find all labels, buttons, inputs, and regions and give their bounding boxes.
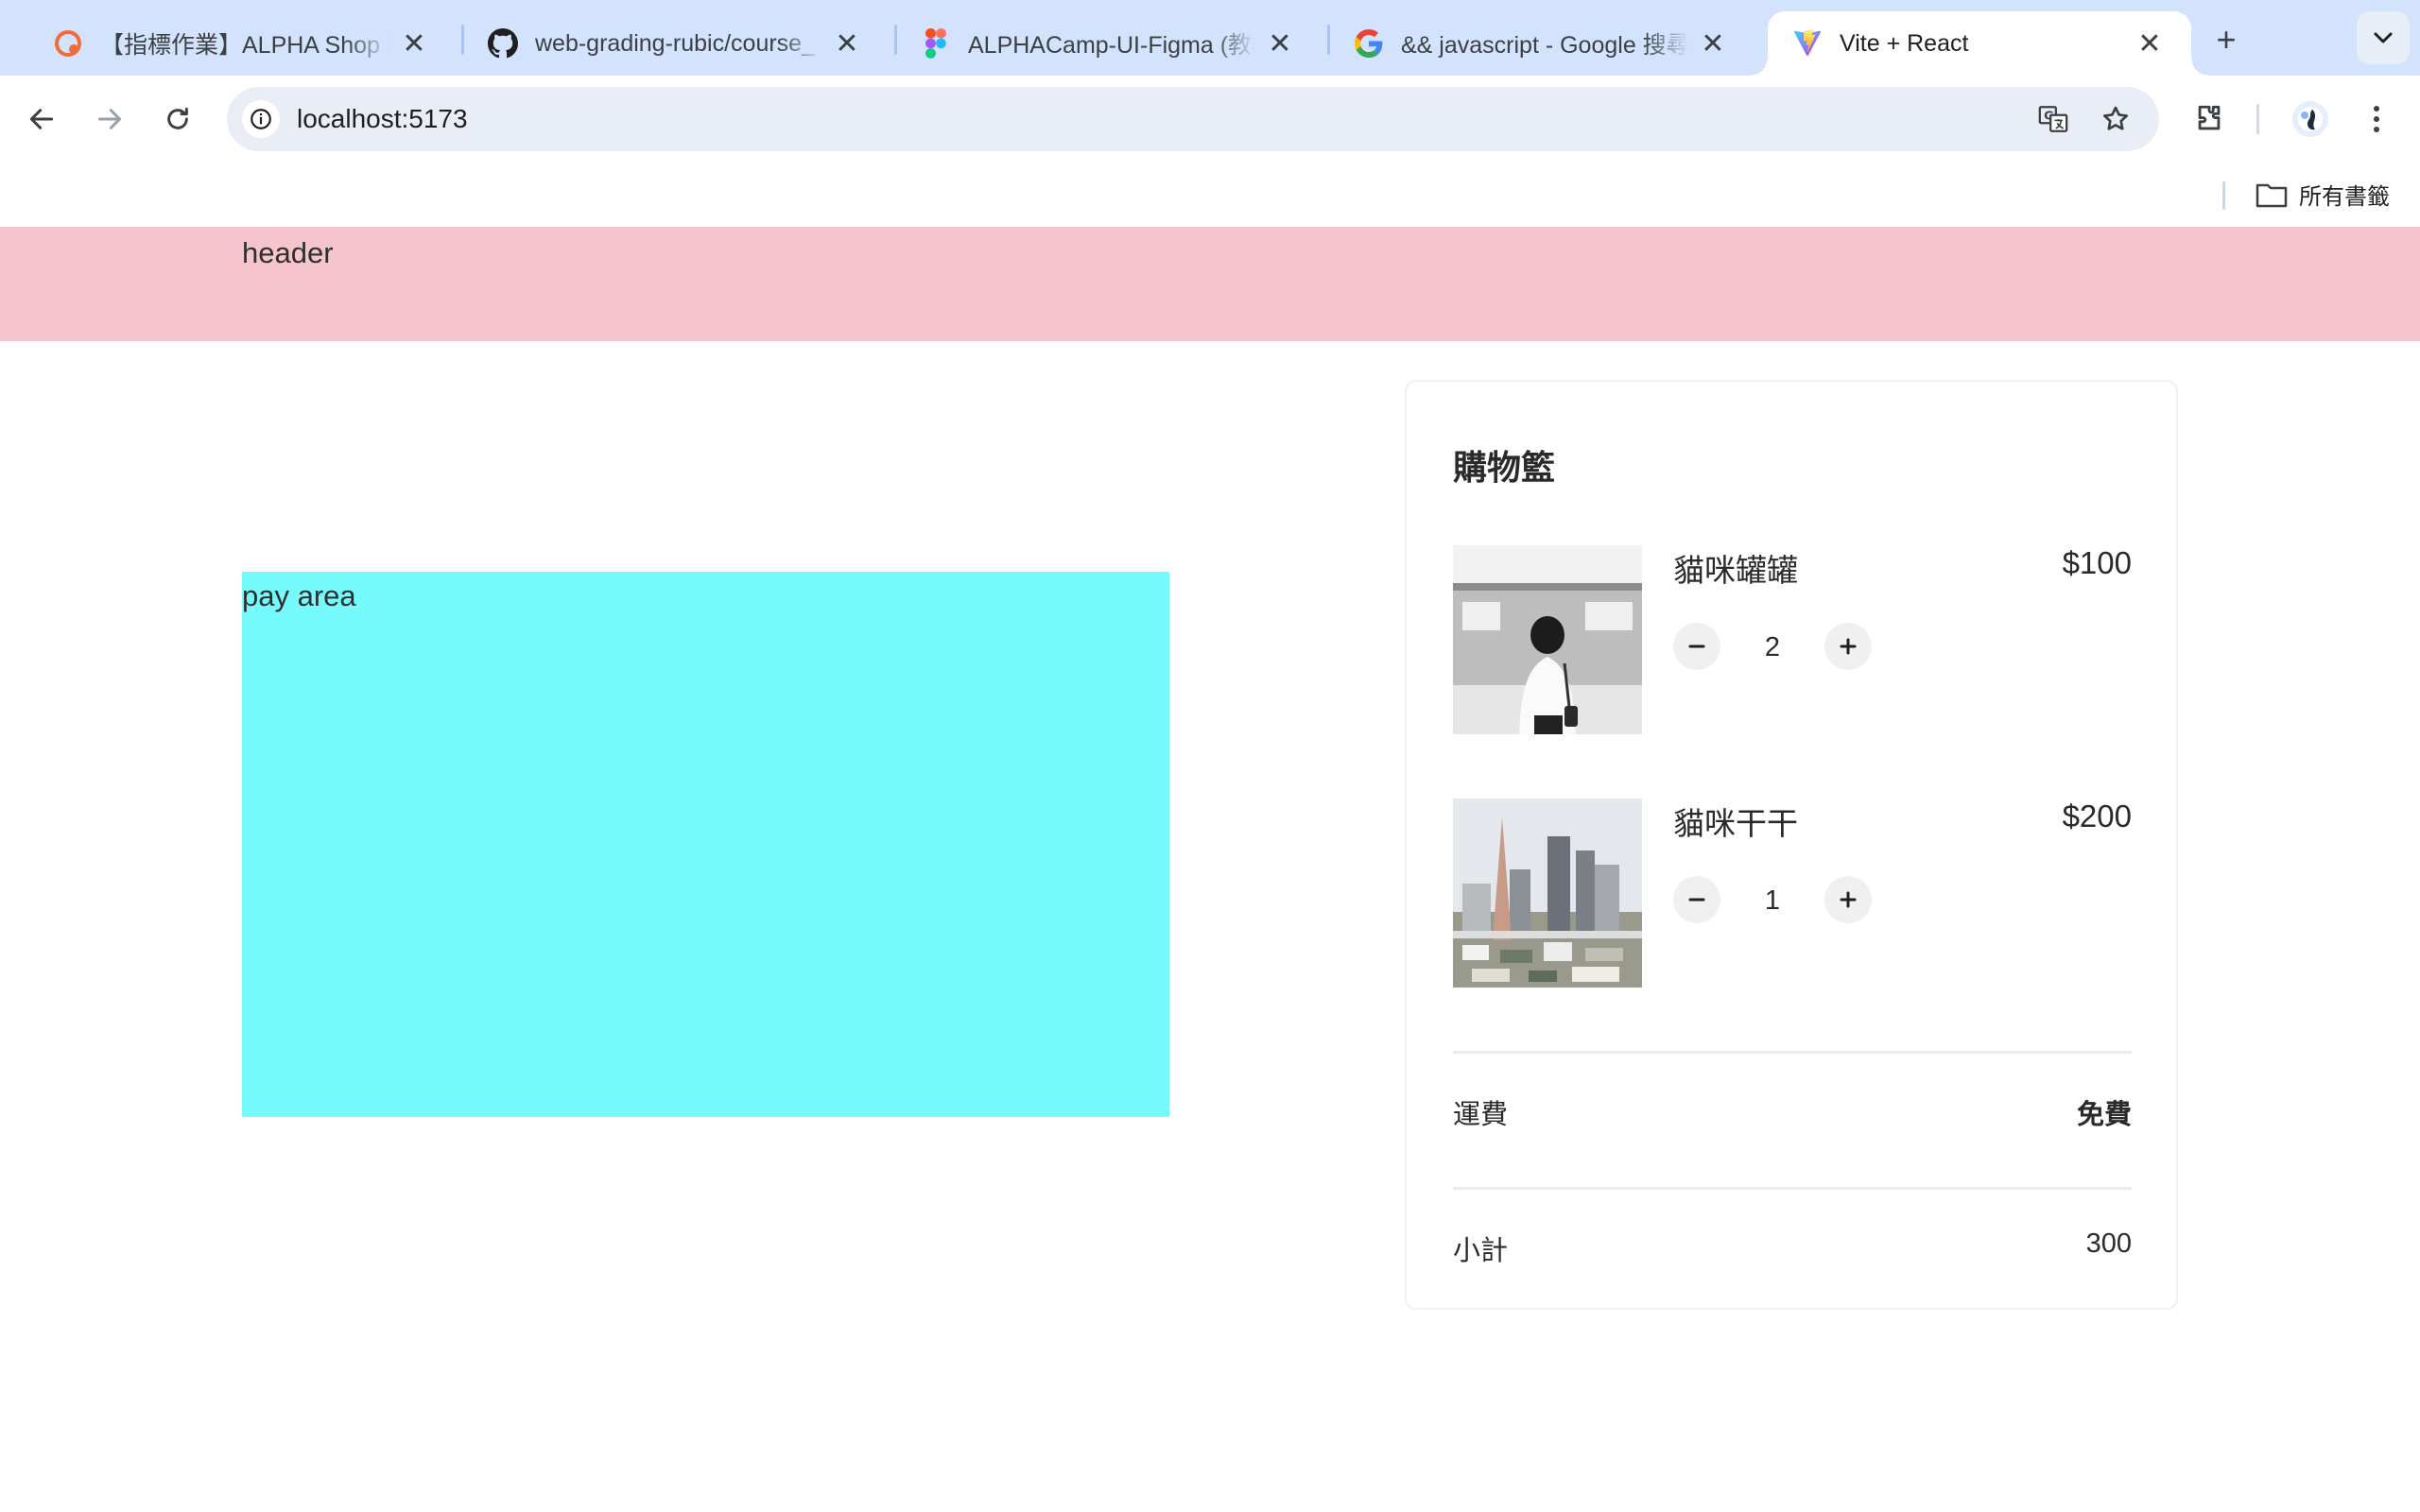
arrow-left-icon bbox=[29, 109, 54, 129]
subtotal-value: 300 bbox=[2085, 1228, 2132, 1259]
increase-quantity-button[interactable] bbox=[1824, 876, 1872, 923]
tab-alpha-shop[interactable]: 【指標作業】ALPHA Shop II ✕ bbox=[28, 11, 456, 76]
decrease-quantity-button[interactable] bbox=[1673, 623, 1720, 670]
bookmark-star-icon[interactable] bbox=[2097, 100, 2135, 138]
site-info-icon[interactable] bbox=[242, 100, 280, 138]
reload-icon bbox=[167, 107, 188, 129]
github-icon bbox=[488, 28, 518, 59]
all-bookmarks-button[interactable]: 所有書籤 bbox=[2256, 178, 2390, 211]
decrease-quantity-button[interactable] bbox=[1673, 876, 1720, 923]
plus-icon bbox=[1840, 638, 1857, 655]
tab-title: Vite + React bbox=[1840, 29, 1969, 57]
minus-icon bbox=[1688, 644, 1705, 648]
tab-title: ALPHACamp-UI-Figma (教材 bbox=[968, 32, 1255, 59]
tab-figma[interactable]: ALPHACamp-UI-Figma (教材 ✕ bbox=[896, 11, 1322, 76]
bookmarks-separator bbox=[2222, 181, 2225, 210]
tab-vite-react[interactable]: Vite + React ✕ bbox=[1751, 11, 2208, 76]
translate-icon[interactable]: G bbox=[2034, 100, 2072, 138]
plus-icon bbox=[1840, 891, 1857, 908]
new-tab-button[interactable]: + bbox=[2207, 20, 2245, 59]
shipping-row: 運費 免費 bbox=[1453, 1092, 2132, 1130]
close-icon[interactable]: ✕ bbox=[1696, 26, 1730, 60]
chevron-down-icon bbox=[2374, 32, 2393, 43]
alpha-camp-icon bbox=[53, 28, 83, 59]
close-icon[interactable]: ✕ bbox=[830, 26, 864, 60]
shopping-cart: 購物籃 貓咪罐罐 $100 2 貓咪干干 $200 1 運費 免費 小計 300 bbox=[1405, 380, 2178, 1310]
close-icon[interactable]: ✕ bbox=[2133, 26, 2167, 60]
product-image bbox=[1453, 799, 1642, 988]
bookmarks-bar: 所有書籤 bbox=[0, 163, 2420, 227]
arrow-right-icon bbox=[97, 109, 122, 129]
quantity-value: 1 bbox=[1764, 885, 1781, 916]
cart-item: 貓咪罐罐 $100 2 bbox=[1453, 545, 2132, 734]
close-icon[interactable]: ✕ bbox=[397, 26, 431, 60]
kebab-menu-icon[interactable] bbox=[2354, 96, 2399, 142]
tab-strip: 【指標作業】ALPHA Shop II ✕ web-grading-rubic/… bbox=[0, 0, 2420, 76]
all-bookmarks-label: 所有書籤 bbox=[2299, 184, 2390, 210]
tab-github[interactable]: web-grading-rubic/course_ ✕ bbox=[463, 11, 889, 76]
tab-google-search[interactable]: && javascript - Google 搜尋 ✕ bbox=[1329, 11, 1754, 76]
tab-search-button[interactable] bbox=[2357, 11, 2410, 64]
shipping-label: 運費 bbox=[1453, 1100, 1509, 1130]
tab-title: 【指標作業】ALPHA Shop II bbox=[100, 32, 389, 59]
folder-icon bbox=[2256, 183, 2288, 207]
pay-area-text: pay area bbox=[242, 579, 356, 612]
minus-icon bbox=[1688, 898, 1705, 902]
reload-button[interactable] bbox=[155, 96, 200, 142]
back-button[interactable] bbox=[19, 96, 64, 142]
product-image bbox=[1453, 545, 1642, 734]
figma-icon bbox=[921, 28, 951, 59]
tab-title: web-grading-rubic/course_ bbox=[535, 29, 815, 57]
tab-title: && javascript - Google 搜尋 bbox=[1401, 32, 1688, 59]
cart-title: 購物籃 bbox=[1453, 448, 1556, 487]
page-header: header bbox=[0, 227, 2420, 341]
url-text[interactable]: localhost:5173 bbox=[297, 104, 468, 134]
profile-avatar[interactable] bbox=[2288, 96, 2333, 142]
shipping-value: 免費 bbox=[2076, 1100, 2132, 1130]
cart-divider bbox=[1453, 1187, 2132, 1190]
toolbar-separator bbox=[2256, 104, 2259, 134]
forward-button[interactable] bbox=[87, 96, 132, 142]
subtotal-label: 小計 bbox=[1453, 1236, 1509, 1266]
vite-icon bbox=[1792, 28, 1823, 59]
close-icon[interactable]: ✕ bbox=[1263, 26, 1297, 60]
product-price: $100 bbox=[2062, 545, 2132, 580]
product-name: 貓咪罐罐 bbox=[1673, 553, 1798, 588]
increase-quantity-button[interactable] bbox=[1824, 623, 1872, 670]
product-price: $200 bbox=[2062, 799, 2132, 833]
cart-divider bbox=[1453, 1051, 2132, 1054]
google-icon bbox=[1354, 28, 1384, 59]
product-name: 貓咪干干 bbox=[1673, 806, 1798, 841]
extensions-icon[interactable] bbox=[2187, 96, 2232, 142]
pay-area: pay area bbox=[242, 572, 1169, 1117]
header-text: header bbox=[242, 236, 334, 269]
subtotal-row: 小計 300 bbox=[1453, 1228, 2132, 1266]
cart-item: 貓咪干干 $200 1 bbox=[1453, 799, 2132, 988]
address-bar[interactable]: localhost:5173 G bbox=[227, 87, 2159, 151]
quantity-value: 2 bbox=[1764, 632, 1781, 662]
